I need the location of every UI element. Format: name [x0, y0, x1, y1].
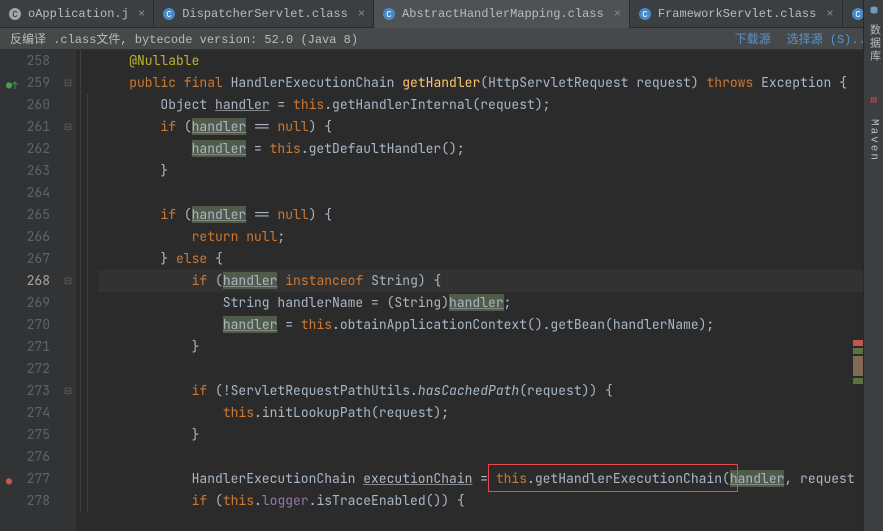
java-class-icon: C: [8, 7, 22, 21]
svg-text:C: C: [386, 10, 392, 20]
tab-dispatcher-servlet[interactable]: C DispatcherServlet.class ×: [154, 0, 374, 28]
close-icon[interactable]: ×: [826, 7, 833, 21]
code-area[interactable]: @Nullable public final HandlerExecutionC…: [98, 50, 863, 531]
class-icon: C: [382, 7, 396, 21]
error-stripe[interactable]: [853, 50, 863, 531]
right-tool-strip: 数据库 m Maven: [863, 0, 883, 531]
tab-label: DispatcherServlet.class: [182, 7, 348, 21]
svg-text:C: C: [855, 10, 861, 20]
choose-sources-link[interactable]: 选择源 (S)...: [787, 30, 873, 47]
tab-framework-servlet[interactable]: C FrameworkServlet.class ×: [630, 0, 843, 28]
tab-demo-application[interactable]: C oApplication.java ×: [0, 0, 154, 28]
infobar-text: 反编译 .class文件, bytecode version: 52.0 (Ja…: [10, 30, 358, 47]
close-icon[interactable]: ×: [138, 7, 145, 21]
close-icon[interactable]: ×: [614, 7, 621, 21]
tab-abstract-handler-mapping[interactable]: C AbstractHandlerMapping.class ×: [374, 0, 630, 28]
decompiled-info-bar: 反编译 .class文件, bytecode version: 52.0 (Ja…: [0, 28, 883, 50]
maven-icon[interactable]: m: [870, 95, 877, 107]
tab-label: AbstractHandlerMapping.class: [402, 7, 604, 21]
database-tool-window[interactable]: 数据库: [866, 20, 882, 67]
code-editor[interactable]: 258259●↑26026126226326426526626726826927…: [0, 50, 863, 531]
highlight-box: [488, 464, 738, 492]
svg-text:C: C: [12, 10, 18, 20]
gutter-line-numbers[interactable]: 258259●↑26026126226326426526626726826927…: [0, 50, 60, 531]
maven-tool-window[interactable]: Maven: [868, 115, 880, 166]
editor-tabs: C oApplication.java × C DispatcherServle…: [0, 0, 883, 28]
class-icon: C: [638, 7, 652, 21]
tab-label: oApplication.java: [28, 7, 128, 21]
svg-text:C: C: [167, 10, 173, 20]
download-sources-link[interactable]: 下载源: [735, 30, 771, 47]
class-icon: C: [162, 7, 176, 21]
indent-guides: [76, 50, 98, 531]
database-icon[interactable]: [870, 4, 878, 12]
svg-text:C: C: [642, 10, 648, 20]
close-icon[interactable]: ×: [358, 7, 365, 21]
tab-label: FrameworkServlet.class: [658, 7, 816, 21]
fold-column[interactable]: ⊟⊟⊟⊟: [60, 50, 76, 531]
